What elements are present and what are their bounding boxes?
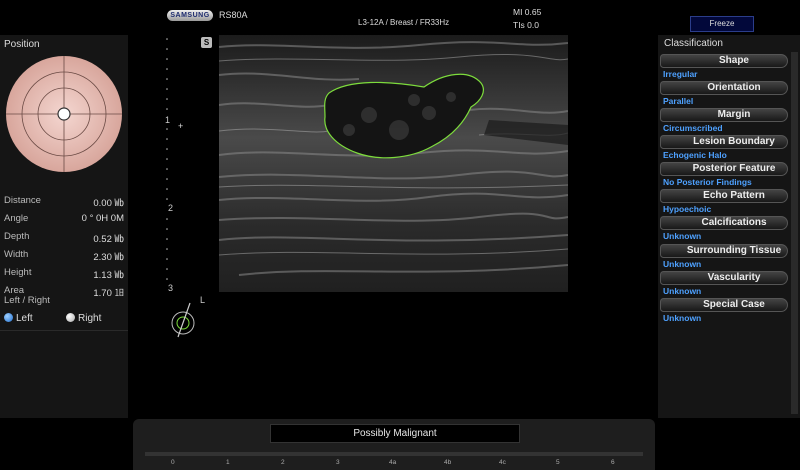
left-right-label: Left / Right xyxy=(4,295,50,306)
brand-logo: SAMSUNG xyxy=(167,10,213,21)
radio-unselected-icon xyxy=(66,313,75,322)
classification-vascularity[interactable]: Vascularity Unknown xyxy=(660,271,788,297)
classification-echo-pattern[interactable]: Echo Pattern Hypoechoic xyxy=(660,189,788,215)
position-title: Position xyxy=(4,39,40,50)
acoustic-indices: MI 0.65 TIs 0.0 xyxy=(513,6,541,32)
right-radio[interactable]: Right xyxy=(66,313,101,324)
depth-scale: 1 2 3 xyxy=(164,35,176,297)
depth-scale-dots: 1 2 3 xyxy=(165,38,173,293)
breast-position-diagram[interactable] xyxy=(5,55,123,173)
probe-info: L3-12A / Breast / FR33Hz xyxy=(358,18,450,27)
classification-margin[interactable]: Margin Circumscribed xyxy=(660,108,788,134)
measurement-row: Depth 0.52 ㏝ xyxy=(4,231,124,245)
measurement-row: Width 2.30 ㏝ xyxy=(4,249,124,263)
category-tick: 2 xyxy=(281,459,285,466)
category-tick: 4a xyxy=(389,459,397,466)
panel-divider xyxy=(0,330,128,331)
category-tick: 1 xyxy=(226,459,230,466)
measurement-row: Height 1.13 ㏝ xyxy=(4,267,124,281)
left-radio[interactable]: Left xyxy=(4,313,33,324)
assessment-result: Possibly Malignant xyxy=(270,424,520,443)
device-model: RS80A xyxy=(219,10,248,20)
radio-selected-icon xyxy=(4,313,13,322)
category-tick: 5 xyxy=(556,459,560,466)
image-area: 1 2 3 S + L xyxy=(128,35,658,418)
position-panel: Position Distance 0.00 ㏝ Angle 0 ° 0H 0M… xyxy=(0,35,128,418)
category-tick: 4c xyxy=(499,459,506,466)
ultrasound-image[interactable] xyxy=(219,35,568,292)
category-tick: 6 xyxy=(611,459,615,466)
tis-readout: TIs 0.0 xyxy=(513,20,539,30)
category-tick: 0 xyxy=(171,459,175,466)
category-tick: 3 xyxy=(336,459,340,466)
category-scale-track[interactable] xyxy=(145,452,643,456)
classification-surrounding-tissue[interactable]: Surrounding Tissue Unknown xyxy=(660,244,788,270)
classification-calcifications[interactable]: Calcifications Unknown xyxy=(660,216,788,242)
measurement-row: Distance 0.00 ㏝ xyxy=(4,195,124,209)
s-badge: S xyxy=(201,37,212,48)
classification-orientation[interactable]: Orientation Parallel xyxy=(660,81,788,107)
measurement-row: Angle 0 ° 0H 0M xyxy=(4,213,124,224)
category-tick: 4b xyxy=(444,459,452,466)
probe-orientation-icon: L xyxy=(171,295,205,338)
depth-tick-3: 3 xyxy=(168,283,173,293)
classification-panel: Classification Shape Irregular Orientati… xyxy=(658,35,800,418)
freeze-button[interactable]: Freeze xyxy=(690,16,754,32)
mi-readout: MI 0.65 xyxy=(513,7,542,17)
ultrasound-texture xyxy=(219,41,568,276)
laterality-marker: L xyxy=(200,295,205,305)
classification-title: Classification xyxy=(664,38,723,49)
classification-scrollbar[interactable] xyxy=(791,52,798,414)
depth-tick-1: 1 xyxy=(165,115,170,125)
top-bar: SAMSUNG RS80A L3-12A / Breast / FR33Hz M… xyxy=(0,0,800,35)
assessment-bar: Possibly Malignant 0 1 2 3 4a 4b 4c 5 6 xyxy=(133,419,655,470)
depth-tick-2: 2 xyxy=(168,203,173,213)
measurement-table: Distance 0.00 ㏝ Angle 0 ° 0H 0M Depth 0.… xyxy=(4,195,126,303)
classification-posterior-feature[interactable]: Posterior Feature No Posterior Findings xyxy=(660,162,788,188)
cursor-marker: + xyxy=(178,121,184,131)
classification-special-case[interactable]: Special Case Unknown xyxy=(660,298,788,324)
classification-lesion-boundary[interactable]: Lesion Boundary Echogenic Halo xyxy=(660,135,788,161)
classification-shape[interactable]: Shape Irregular xyxy=(660,54,788,80)
